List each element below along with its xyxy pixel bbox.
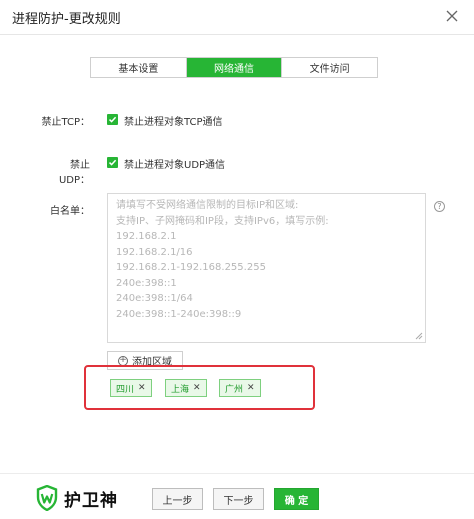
remove-tag-icon[interactable]: ✕ (247, 383, 255, 393)
brand-name: 护卫神 (64, 490, 118, 511)
tab-basic-settings[interactable]: 基本设置 (91, 58, 187, 77)
udp-checkbox[interactable] (107, 157, 118, 168)
window-title: 进程防护-更改规则 (12, 12, 121, 27)
next-step-button[interactable]: 下一步 (213, 488, 264, 510)
region-tag-label: 上海 (171, 384, 190, 395)
placeholder-line: 支持IP、子网掩码和IP段，支持IPv6，填写示例: (116, 215, 329, 227)
tab-network[interactable]: 网络通信 (186, 58, 283, 77)
region-tag-guangzhou: 广州 ✕ (219, 379, 261, 397)
udp-checkbox-label: 禁止进程对象UDP通信 (124, 160, 226, 171)
udp-label: 禁止UDP： (58, 160, 90, 186)
remove-tag-icon[interactable]: ✕ (138, 383, 146, 393)
resize-grip-icon[interactable] (415, 332, 423, 340)
placeholder-line: 240e:398::1/64 (116, 293, 193, 304)
tcp-checkbox[interactable] (107, 114, 118, 125)
prev-step-button[interactable]: 上一步 (152, 488, 203, 510)
region-tag-shanghai: 上海 ✕ (165, 379, 207, 397)
close-icon (446, 10, 458, 22)
placeholder-line: 192.168.2.1/16 (116, 246, 193, 258)
tab-bar: 基本设置 网络通信 文件访问 (90, 57, 378, 78)
tcp-label: 禁止TCP： (41, 117, 90, 128)
shield-logo-icon (36, 485, 58, 511)
region-tag-label: 四川 (116, 384, 135, 395)
remove-tag-icon[interactable]: ✕ (193, 383, 201, 393)
help-icon[interactable]: ? (434, 201, 445, 212)
placeholder-line: 240e:398::1-240e:398::9 (116, 308, 242, 320)
close-button[interactable] (442, 6, 462, 26)
plus-circle-icon: + (118, 355, 128, 366)
whitelist-textarea[interactable]: 请填写不受网络通信限制的目标IP和区域: 支持IP、子网掩码和IP段，支持IPv… (107, 193, 426, 343)
placeholder-line: 请填写不受网络通信限制的目标IP和区域: (116, 200, 299, 211)
brand-logo: 护卫神 (36, 485, 118, 511)
placeholder-line: 192.168.2.1-192.168.255.255 (116, 262, 266, 273)
whitelist-label: 白名单： (50, 206, 90, 217)
placeholder-line: 192.168.2.1 (116, 231, 177, 242)
tcp-checkbox-label: 禁止进程对象TCP通信 (124, 117, 223, 128)
placeholder-line: 240e:398::1 (116, 277, 177, 289)
checkmark-icon (108, 116, 117, 123)
title-bar: 进程防护-更改规则 (0, 0, 474, 35)
checkmark-icon (108, 159, 117, 166)
region-tag-sichuan: 四川 ✕ (110, 379, 152, 397)
dialog-window: 进程防护-更改规则 基本设置 网络通信 文件访问 禁止TCP： 禁止进程对象TC… (0, 0, 474, 519)
region-tag-label: 广州 (225, 384, 244, 395)
confirm-button[interactable]: 确 定 (274, 488, 319, 510)
tab-file-access[interactable]: 文件访问 (282, 58, 378, 77)
footer-divider (0, 473, 474, 474)
